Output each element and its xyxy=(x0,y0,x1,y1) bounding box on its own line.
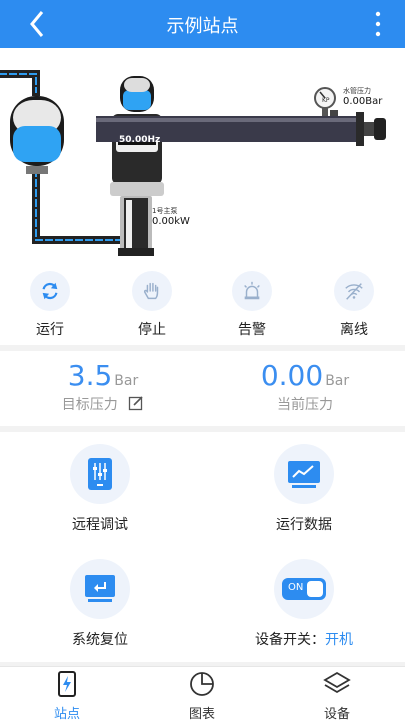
current-pressure-label: 当前压力 xyxy=(277,397,333,413)
status-offline-label: 离线 xyxy=(340,322,368,338)
pie-chart-icon xyxy=(190,672,214,696)
tab-device[interactable]: 设备 xyxy=(297,671,377,720)
edit-icon[interactable] xyxy=(128,395,144,411)
system-reset-label: 系统复位 xyxy=(72,632,128,648)
toggle-text: ON xyxy=(288,582,304,593)
system-reset-button[interactable]: 系统复位 xyxy=(25,559,175,649)
frequency-display: 50.00Hz xyxy=(119,135,161,145)
sync-icon xyxy=(42,282,58,300)
tab-device-label: 设备 xyxy=(323,707,350,720)
current-pressure-value: 0.00 xyxy=(260,359,324,392)
gauge-label: 水管压力 xyxy=(343,87,371,95)
pump-motor xyxy=(110,76,164,256)
status-alarm: 告警 xyxy=(222,271,282,339)
target-pressure-label: 目标压力 xyxy=(61,397,118,413)
status-offline: 离线 xyxy=(324,271,384,339)
target-pressure: 3.5 Bar 目标压力 xyxy=(28,359,178,414)
status-legend: 运行 停止 告警 离线 xyxy=(0,263,405,345)
status-running-label: 运行 xyxy=(36,322,64,338)
bottom-tab-bar: 站点 图表 设备 xyxy=(0,666,405,720)
run-data-button[interactable]: 运行数据 xyxy=(229,444,379,534)
tab-chart-label: 图表 xyxy=(188,707,215,720)
remote-debug-icon xyxy=(88,458,112,490)
current-pressure: 0.00 Bar 当前压力 xyxy=(230,359,380,414)
device-toggle[interactable]: ON xyxy=(282,578,326,600)
gauge-value: 0.00Bar xyxy=(343,96,383,107)
app-header: 示例站点 xyxy=(0,0,405,48)
run-data-icon xyxy=(288,461,320,488)
page-title: 示例站点 xyxy=(166,16,239,37)
alarm-light-icon xyxy=(244,281,260,300)
pump-diagram-graphic xyxy=(0,70,386,256)
device-switch-state: 开机 xyxy=(325,632,353,648)
target-pressure-value: 3.5 xyxy=(67,359,113,392)
layers-icon xyxy=(323,671,351,694)
tab-station[interactable]: 站点 xyxy=(27,671,107,720)
function-grid: 远程调试 运行数据 系统复位 ON 设备开关：开机 xyxy=(0,432,405,662)
target-pressure-unit: Bar xyxy=(114,373,139,389)
current-pressure-unit: Bar xyxy=(325,373,350,389)
pump-label: 1号主泵 xyxy=(152,207,178,215)
system-reset-icon xyxy=(85,575,115,602)
tab-chart[interactable]: 图表 xyxy=(162,671,242,720)
station-icon xyxy=(58,671,76,697)
pump-power: 0.00kW xyxy=(152,216,190,227)
wifi-off-icon xyxy=(345,283,363,300)
run-data-label: 运行数据 xyxy=(276,517,332,533)
toggle-knob xyxy=(307,581,323,597)
status-stopped: 停止 xyxy=(122,271,182,339)
remote-debug-label: 远程调试 xyxy=(72,517,128,533)
more-vertical-icon[interactable] xyxy=(369,8,387,40)
hand-stop-icon xyxy=(143,282,159,300)
status-alarm-label: 告警 xyxy=(238,322,266,338)
device-switch-button[interactable]: ON 设备开关：开机 xyxy=(229,559,379,649)
tab-station-label: 站点 xyxy=(53,707,80,720)
device-switch-label: 设备开关： xyxy=(255,632,325,648)
pressure-panel: 3.5 Bar 目标压力 0.00 Bar 当前压力 xyxy=(0,351,405,426)
remote-debug-button[interactable]: 远程调试 xyxy=(25,444,175,534)
pressure-tank xyxy=(10,96,64,174)
gauge-unit: KP xyxy=(322,97,330,104)
pump-station-diagram: 50.00Hz KP 水管压力 0.00Bar 1号主泵 0.00kW xyxy=(0,48,405,263)
status-running: 运行 xyxy=(20,271,80,339)
status-stopped-label: 停止 xyxy=(138,322,166,338)
